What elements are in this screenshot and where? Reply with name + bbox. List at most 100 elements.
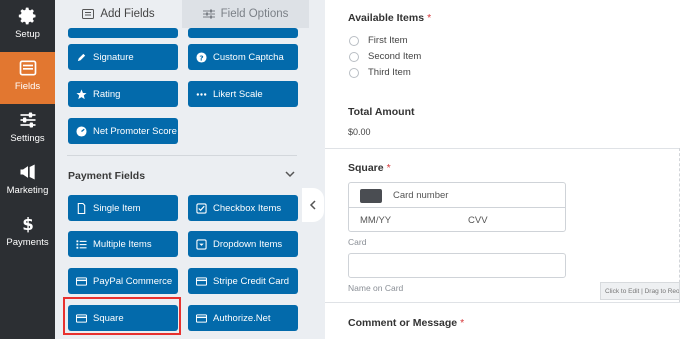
- required-marker: *: [427, 12, 432, 24]
- field-button-multiple-items[interactable]: Multiple Items: [68, 231, 178, 257]
- radio-option-first-item[interactable]: First Item: [349, 35, 408, 46]
- card-number-placeholder: Card number: [393, 190, 449, 201]
- required-marker: *: [386, 162, 391, 174]
- card-sublabel: Card: [348, 237, 367, 247]
- gear-icon: [18, 7, 35, 25]
- field-button-label: PayPal Commerce: [93, 275, 173, 287]
- total-amount-value: $0.00: [348, 127, 371, 137]
- expiry-placeholder: MM/YY: [360, 215, 392, 226]
- megaphone-icon: [20, 164, 35, 180]
- square-label: Square *: [348, 162, 391, 174]
- list-icon: [82, 9, 95, 19]
- field-button-label: Multiple Items: [93, 238, 152, 250]
- collapse-panel-handle[interactable]: [302, 188, 324, 222]
- dollar-icon: $: [22, 215, 34, 234]
- checkbox-icon: [196, 202, 207, 214]
- field-button-label: Dropdown Items: [213, 238, 283, 250]
- field-button-net-promoter-score[interactable]: Net Promoter Score: [68, 118, 178, 144]
- field-button-label: Rating: [93, 88, 121, 100]
- field-button-authorize-net[interactable]: Authorize.Net: [188, 305, 298, 331]
- tab-field-options[interactable]: Field Options: [182, 0, 309, 28]
- square-field-top-border: [325, 148, 680, 149]
- nav-label: Marketing: [6, 185, 49, 196]
- nav-item-settings[interactable]: Settings: [0, 104, 55, 156]
- label-text: Available Items: [348, 12, 425, 24]
- field-button-stripe-credit-card[interactable]: Stripe Credit Card: [188, 268, 298, 294]
- required-marker: *: [460, 317, 465, 329]
- list-icon: [76, 239, 87, 249]
- dots-icon: [196, 92, 207, 96]
- field-button-hidden[interactable]: [68, 28, 178, 38]
- field-button-label: Checkbox Items: [213, 202, 282, 214]
- card-icon: [76, 276, 87, 286]
- available-items-label: Available Items *: [348, 12, 431, 24]
- edit-drag-tooltip: Click to Edit | Drag to Reorder: [600, 282, 680, 300]
- name-on-card-sublabel: Name on Card: [348, 283, 404, 293]
- tab-label: Add Fields: [100, 8, 155, 20]
- question-icon: ?: [196, 51, 207, 63]
- nav-label: Settings: [10, 133, 45, 144]
- label-text: Square: [348, 162, 384, 174]
- nav-label: Fields: [14, 81, 41, 92]
- nav-item-fields[interactable]: Fields: [0, 52, 55, 104]
- tab-label: Field Options: [220, 8, 289, 20]
- gauge-icon: [76, 125, 87, 137]
- builder-sidebar: Setup Fields Settings Marketing $ Paymen…: [0, 0, 55, 339]
- field-button-label: Likert Scale: [213, 88, 263, 100]
- field-button-hidden[interactable]: [188, 28, 298, 38]
- total-amount-label: Total Amount: [348, 106, 415, 118]
- card-icon: [196, 313, 207, 323]
- radio-option-second-item[interactable]: Second Item: [349, 51, 421, 62]
- radio-button[interactable]: [349, 51, 359, 62]
- section-title-payment-fields[interactable]: Payment Fields: [68, 170, 145, 182]
- radio-button[interactable]: [349, 67, 359, 78]
- square-button-highlight: [63, 297, 181, 335]
- field-button-rating[interactable]: Rating: [68, 81, 178, 107]
- radio-button[interactable]: [349, 35, 359, 46]
- sliders-icon: [20, 112, 35, 128]
- field-button-single-item[interactable]: Single Item: [68, 195, 178, 221]
- card-icon: [196, 276, 207, 286]
- sliders-icon: [202, 9, 215, 19]
- field-button-label: Net Promoter Score: [93, 125, 177, 137]
- field-button-custom-captcha[interactable]: ? Custom Captcha: [188, 44, 298, 70]
- field-button-likert-scale[interactable]: Likert Scale: [188, 81, 298, 107]
- card-input-divider: [348, 207, 566, 208]
- panel-gutter: [309, 0, 325, 339]
- nav-item-setup[interactable]: Setup: [0, 0, 55, 52]
- divider: [67, 155, 297, 156]
- form-preview: Available Items * First Item Second Item …: [325, 0, 680, 339]
- field-button-label: Single Item: [93, 202, 141, 214]
- radio-option-third-item[interactable]: Third Item: [349, 67, 411, 78]
- chevron-left-icon: [309, 200, 316, 210]
- field-button-label: Authorize.Net: [213, 312, 271, 324]
- field-button-label: Custom Captcha: [213, 51, 284, 63]
- field-button-paypal-commerce[interactable]: PayPal Commerce: [68, 268, 178, 294]
- field-button-label: Stripe Credit Card: [213, 275, 290, 287]
- fields-panel: Add Fields Field Options Signature ? Cus…: [55, 0, 309, 339]
- nav-item-payments[interactable]: $ Payments: [0, 208, 55, 260]
- pen-icon: [77, 53, 86, 61]
- radio-label: Third Item: [368, 67, 411, 78]
- radio-label: First Item: [368, 35, 408, 46]
- field-button-signature[interactable]: Signature: [68, 44, 178, 70]
- list-icon: [19, 60, 36, 76]
- field-button-dropdown-items[interactable]: Dropdown Items: [188, 231, 298, 257]
- label-text: Comment or Message: [348, 317, 458, 329]
- tab-add-fields[interactable]: Add Fields: [55, 0, 182, 28]
- star-icon: [76, 88, 87, 99]
- nav-label: Setup: [15, 29, 40, 40]
- square-field-bottom-border: [325, 302, 680, 303]
- field-button-checkbox-items[interactable]: Checkbox Items: [188, 195, 298, 221]
- name-on-card-input[interactable]: [348, 253, 566, 278]
- nav-item-marketing[interactable]: Marketing: [0, 156, 55, 208]
- comment-label: Comment or Message *: [348, 317, 464, 329]
- cvv-placeholder: CVV: [468, 215, 488, 226]
- file-icon: [77, 202, 86, 214]
- nav-label: Payments: [6, 237, 49, 248]
- card-icon: [360, 189, 382, 203]
- svg-text:?: ?: [199, 53, 203, 62]
- radio-label: Second Item: [368, 51, 422, 62]
- panel-tabs: Add Fields Field Options: [55, 0, 309, 28]
- chevron-down-icon[interactable]: [285, 169, 295, 179]
